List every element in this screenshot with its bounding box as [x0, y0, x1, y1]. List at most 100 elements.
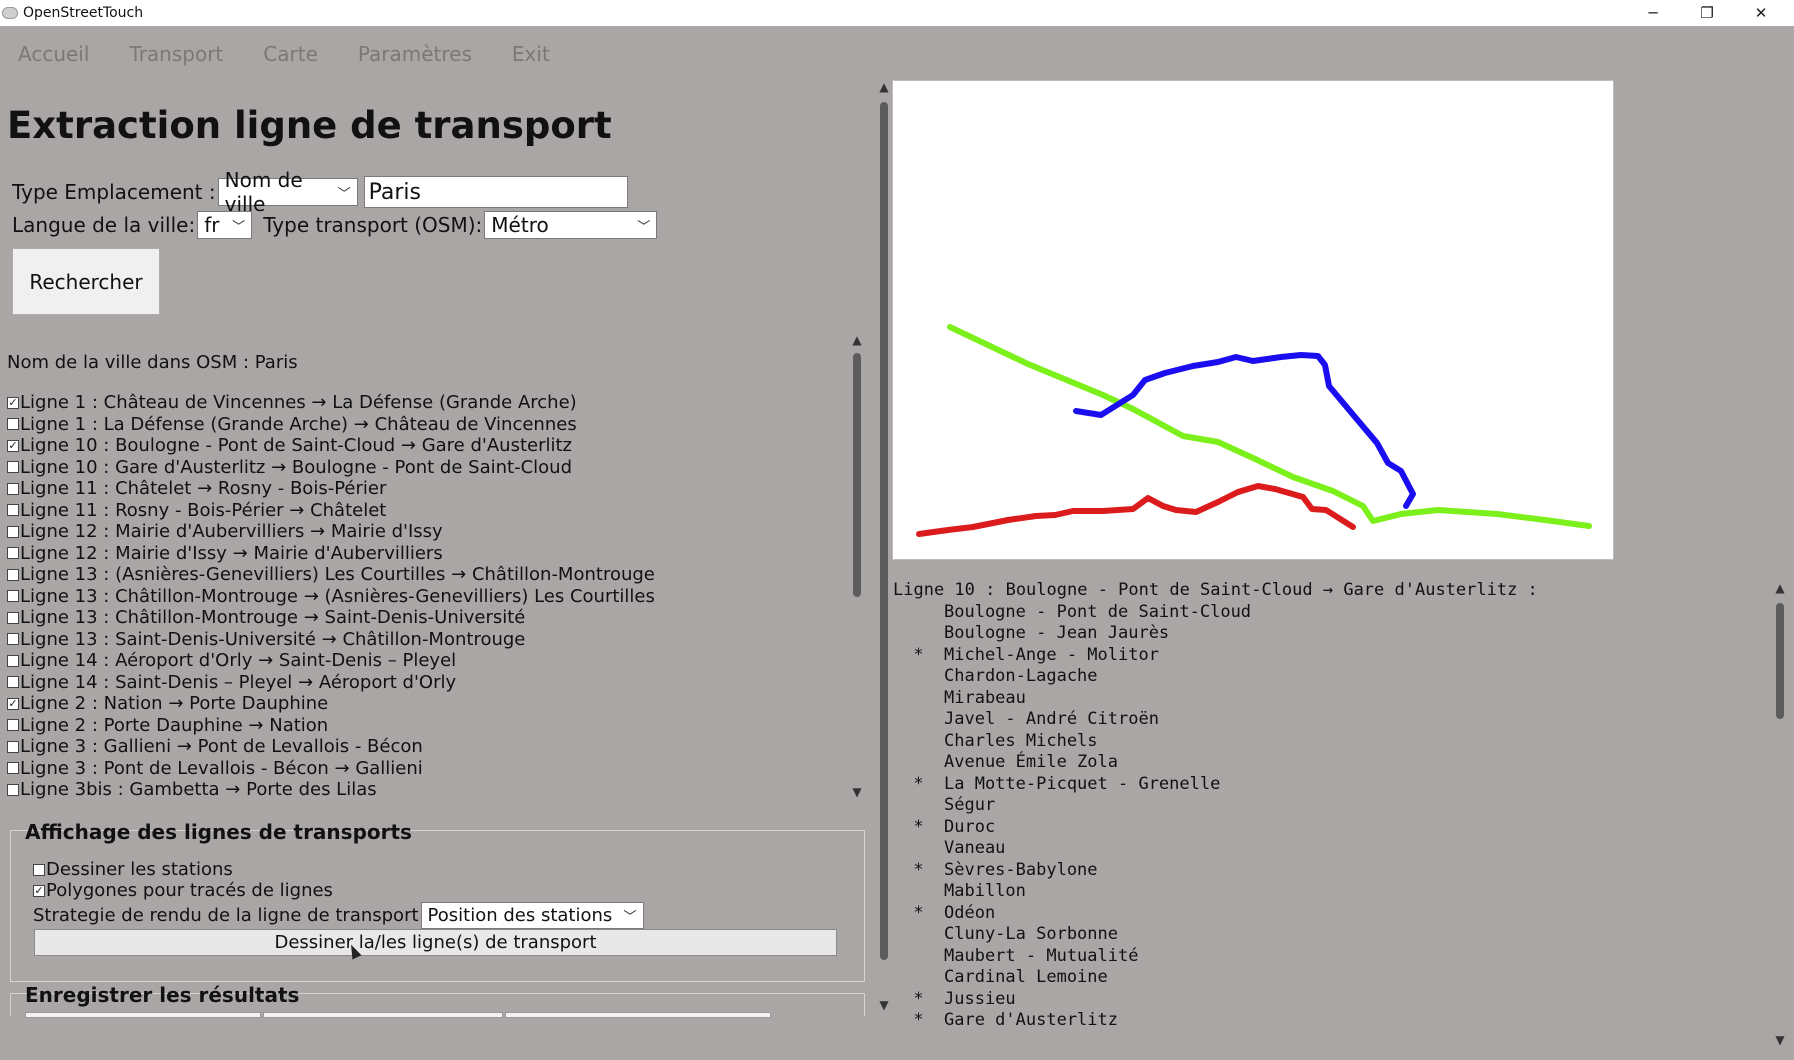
main-scrollbar[interactable]: ▲ ▼	[875, 80, 893, 1012]
line-list-item[interactable]: Ligne 13 : Châtillon-Montrouge → (Asnièr…	[7, 586, 847, 608]
chevron-down-icon: ﹀	[232, 219, 246, 235]
stop-correspondence-mark: *	[913, 859, 924, 880]
stops-scrollbar[interactable]: ▲ ▼	[1771, 581, 1789, 1047]
line-checkbox[interactable]	[7, 568, 19, 581]
map-canvas[interactable]	[892, 80, 1614, 560]
line-checkbox[interactable]: ✓	[7, 697, 19, 710]
save-button-2[interactable]	[263, 1012, 503, 1018]
line-list-item[interactable]: Ligne 11 : Châtelet → Rosny - Bois-Périe…	[7, 478, 847, 500]
line-label: Ligne 3 : Gallieni → Pont de Levallois -…	[20, 736, 423, 758]
transport-type-select[interactable]: Métro ﹀	[484, 211, 658, 239]
stop-name: Charles Michels	[944, 730, 1098, 751]
restore-button[interactable]: ❐	[1680, 0, 1734, 26]
draw-stations-checkbox[interactable]	[33, 863, 45, 876]
draw-stations-option[interactable]: Dessiner les stations	[33, 859, 233, 880]
polygons-checkbox[interactable]: ✓	[33, 884, 45, 897]
menu-parametres[interactable]: Paramètres	[358, 36, 472, 72]
line-checkbox[interactable]	[7, 547, 19, 560]
stop-name: Javel - André Citroën	[944, 709, 1159, 729]
stop-correspondence-mark: *	[913, 816, 924, 837]
stop-row: Cardinal Lemoine	[893, 967, 1538, 989]
line-label: Ligne 14 : Saint-Denis – Pleyel → Aéropo…	[20, 671, 457, 693]
line-list-item[interactable]: Ligne 3 : Gallieni → Pont de Levallois -…	[7, 736, 847, 758]
stop-name: Sèvres-Babylone	[944, 859, 1098, 880]
stop-row: * Odéon	[893, 903, 1538, 925]
city-input[interactable]: Paris	[363, 176, 628, 208]
line-list-item[interactable]: Ligne 12 : Mairie d'Aubervilliers → Mair…	[7, 521, 847, 543]
scroll-thumb[interactable]	[853, 353, 861, 597]
draw-lines-button[interactable]: Dessiner la/les ligne(s) de transport	[34, 929, 837, 956]
line-checkbox[interactable]	[7, 783, 19, 796]
line-list-item[interactable]: Ligne 14 : Saint-Denis – Pleyel → Aéropo…	[7, 672, 847, 694]
line-list-item[interactable]: Ligne 13 : (Asnières-Genevilliers) Les C…	[7, 564, 847, 586]
line-list-item[interactable]: ✓ Ligne 2 : Nation → Porte Dauphine	[7, 693, 847, 715]
line-list-item[interactable]: Ligne 13 : Saint-Denis-Université → Chât…	[7, 629, 847, 651]
line-checkbox[interactable]	[7, 461, 19, 474]
location-type-select[interactable]: Nom de ville ﹀	[217, 168, 358, 216]
line-checkbox[interactable]	[7, 418, 19, 431]
line-list-item[interactable]: Ligne 11 : Rosny - Bois-Périer → Châtele…	[7, 500, 847, 522]
menu-transport[interactable]: Transport	[129, 36, 223, 72]
menu-carte[interactable]: Carte	[263, 36, 318, 72]
line-checkbox[interactable]	[7, 504, 19, 517]
stop-correspondence-mark	[893, 967, 944, 989]
line-list-item[interactable]: Ligne 12 : Mairie d'Issy → Mairie d'Aube…	[7, 543, 847, 565]
scroll-up-icon[interactable]: ▲	[875, 80, 893, 94]
line-label: Ligne 13 : Saint-Denis-Université → Chât…	[20, 628, 526, 650]
save-button-1[interactable]	[25, 1012, 261, 1018]
stop-row: * Duroc	[893, 817, 1538, 839]
scroll-down-icon[interactable]: ▼	[1771, 1033, 1789, 1047]
line-checkbox[interactable]	[7, 654, 19, 667]
stop-name: Avenue Émile Zola	[944, 752, 1118, 772]
strategy-row: Strategie de rendu de la ligne de transp…	[33, 902, 644, 929]
close-button[interactable]: ✕	[1734, 0, 1788, 26]
stop-correspondence-mark: *	[913, 902, 924, 923]
stop-row: Javel - André Citroën	[893, 709, 1538, 731]
stop-correspondence-mark	[893, 623, 944, 645]
line-list-item[interactable]: Ligne 2 : Porte Dauphine → Nation	[7, 715, 847, 737]
polygons-label: Polygones pour tracés de lignes	[46, 880, 333, 901]
line-list-item[interactable]: Ligne 3 : Pont de Levallois - Bécon → Ga…	[7, 758, 847, 780]
line-list-item[interactable]: ✓ Ligne 10 : Boulogne - Pont de Saint-Clo…	[7, 435, 847, 457]
line-checkbox[interactable]	[7, 611, 19, 624]
line-list-item[interactable]: Ligne 1 : La Défense (Grande Arche) → Ch…	[7, 414, 847, 436]
city-language-label: Langue de la ville:	[12, 213, 196, 237]
line-label: Ligne 13 : (Asnières-Genevilliers) Les C…	[20, 564, 655, 586]
menu-accueil[interactable]: Accueil	[18, 36, 89, 72]
stop-correspondence-mark	[893, 795, 944, 817]
chevron-down-icon: ﹀	[623, 910, 637, 925]
line-checkbox[interactable]	[7, 482, 19, 495]
line-checkbox[interactable]: ✓	[7, 396, 19, 409]
line-list-item[interactable]: Ligne 3bis : Gambetta → Porte des Lilas	[7, 779, 847, 801]
lines-scrollbar[interactable]: ▲ ▼	[848, 333, 866, 799]
stop-correspondence-mark: *	[913, 773, 924, 794]
line-list-item[interactable]: Ligne 13 : Châtillon-Montrouge → Saint-D…	[7, 607, 847, 629]
stop-correspondence-mark: *	[913, 1010, 924, 1030]
city-language-select[interactable]: fr ﹀	[197, 211, 253, 239]
scroll-up-icon[interactable]: ▲	[1771, 581, 1789, 595]
line-list-item[interactable]: Ligne 10 : Gare d'Austerlitz → Boulogne …	[7, 457, 847, 479]
save-button-3[interactable]	[505, 1012, 771, 1018]
line-checkbox[interactable]	[7, 719, 19, 732]
line-checkbox[interactable]: ✓	[7, 439, 19, 452]
line-checkbox[interactable]	[7, 525, 19, 538]
transport-lines-list: ✓ Ligne 1 : Château de Vincennes → La Déf…	[7, 392, 847, 801]
location-type-label: Type Emplacement :	[12, 180, 216, 204]
line-list-item[interactable]: ✓ Ligne 1 : Château de Vincennes → La Déf…	[7, 392, 847, 414]
scroll-up-icon[interactable]: ▲	[848, 333, 866, 347]
line-list-item[interactable]: Ligne 14 : Aéroport d'Orly → Saint-Denis…	[7, 650, 847, 672]
line-checkbox[interactable]	[7, 590, 19, 603]
minimize-button[interactable]: ─	[1626, 0, 1680, 26]
line-checkbox[interactable]	[7, 676, 19, 689]
line-checkbox[interactable]	[7, 633, 19, 646]
scroll-thumb[interactable]	[880, 102, 888, 960]
menu-exit[interactable]: Exit	[512, 36, 550, 72]
polygons-option[interactable]: ✓ Polygones pour tracés de lignes	[33, 880, 333, 901]
scroll-down-icon[interactable]: ▼	[875, 998, 893, 1012]
scroll-down-icon[interactable]: ▼	[848, 785, 866, 799]
scroll-thumb[interactable]	[1776, 603, 1784, 719]
line-checkbox[interactable]	[7, 762, 19, 775]
search-button[interactable]: Rechercher	[12, 248, 160, 315]
strategy-select[interactable]: Position des stations ﹀	[420, 902, 644, 929]
line-checkbox[interactable]	[7, 740, 19, 753]
